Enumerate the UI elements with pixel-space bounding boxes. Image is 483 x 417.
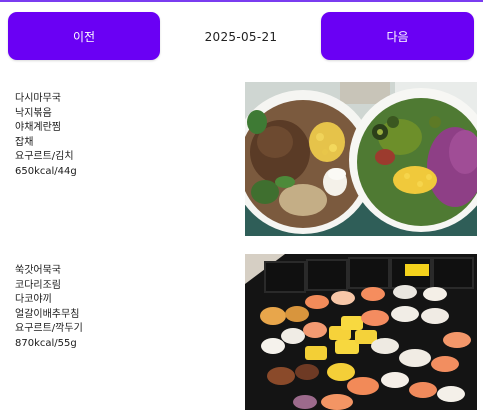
- date-label: 2025-05-21: [204, 30, 278, 44]
- menu-item: 다코야끼: [15, 294, 52, 306]
- meal-screen: 이전 2025-05-21 다음 다시마무국 낙지볶음 야채계란찜 잡채 요구르…: [0, 0, 483, 417]
- menu-item: 다시마무국: [15, 93, 61, 104]
- sushi-platter-photo: [245, 254, 477, 410]
- menu-item: 야채계란찜: [15, 122, 61, 134]
- menu-item: 얼갈이배추무침: [15, 308, 80, 320]
- menu-item: 쑥갓어묵국: [15, 265, 61, 276]
- nutrition-label: 650kcal/44g: [15, 165, 77, 177]
- menu-item: 요구르트/김치: [15, 151, 74, 163]
- menu-item: 요구르트/깍두기: [15, 323, 83, 335]
- menu-item: 잡채: [15, 136, 34, 148]
- meal-menu-2: 쑥갓어묵국 코다리조림 다코야끼 얼갈이배추무침 요구르트/깍두기 870kca…: [15, 264, 83, 352]
- prev-button[interactable]: 이전: [8, 12, 160, 60]
- salad-bowls-photo: [245, 82, 477, 236]
- menu-item: 낙지볶음: [15, 107, 52, 119]
- meal-menu-1: 다시마무국 낙지볶음 야채계란찜 잡채 요구르트/김치 650kcal/44g: [15, 92, 77, 180]
- menu-item: 코다리조림: [15, 279, 61, 291]
- nutrition-label: 870kcal/55g: [15, 337, 77, 349]
- next-button[interactable]: 다음: [321, 12, 474, 60]
